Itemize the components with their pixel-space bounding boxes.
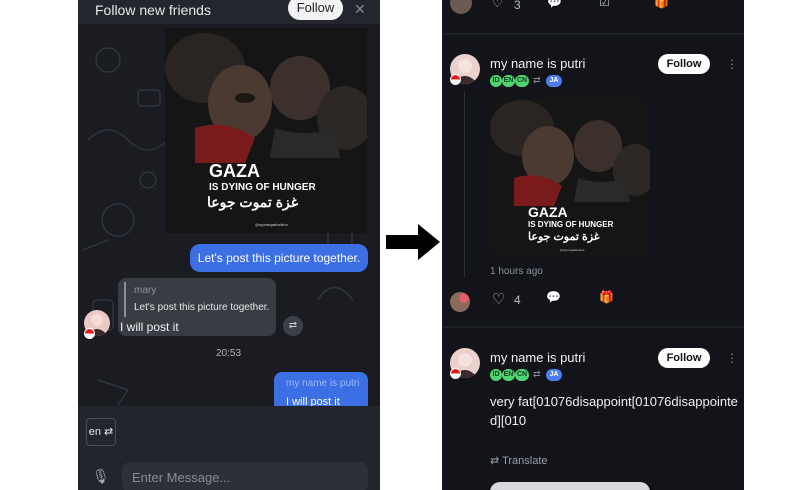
follow-button[interactable]: Follow — [658, 54, 710, 74]
image-arabic: غزة تموت جوعا — [528, 231, 600, 243]
like-icon[interactable]: ♡ — [492, 290, 505, 308]
more-options-icon[interactable]: ⋮ — [726, 57, 738, 71]
feed-screen: ♡ 3 💬 ☑ 🎁 my name is putri ID EN CN ⇄ JA… — [442, 0, 744, 490]
translate-icon: ⇄ — [490, 455, 503, 467]
post-author-name[interactable]: my name is putri — [490, 56, 585, 71]
gift-icon[interactable]: 🎁 — [654, 0, 669, 9]
post-text: very fat[01076disappoint[01076disappoint… — [490, 394, 738, 428]
language-pill-id: ID — [490, 369, 502, 381]
follow-button[interactable]: Follow — [288, 0, 343, 20]
thread-line — [464, 92, 465, 278]
image-credit: @eyeonpalestine — [255, 222, 288, 227]
message-time: 20:53 — [216, 348, 242, 359]
quoted-sender: my name is putri — [286, 378, 360, 389]
right-arrow-icon — [386, 224, 440, 260]
incoming-reply-bubble[interactable]: mary Let's post this picture together. I… — [118, 278, 276, 336]
liker-avatars — [450, 0, 472, 14]
close-icon[interactable]: ✕ — [354, 1, 366, 18]
chat-screen: Follow new friends Follow ✕ GAZA IS DYIN… — [78, 0, 380, 490]
microphone-icon[interactable]: 🎙 — [92, 468, 110, 485]
shared-image[interactable]: GAZA IS DYING OF HUNGER غزة تموت جوعا @e… — [165, 28, 367, 233]
chat-input-bar: en ⇄ 🎙 — [78, 406, 380, 490]
message-input[interactable] — [122, 462, 368, 490]
quoted-message: mary Let's post this picture together. — [124, 282, 272, 317]
follow-banner: Follow new friends Follow ✕ — [78, 0, 380, 24]
reply-text: I will post it — [120, 320, 179, 334]
check-icon[interactable]: ☑ — [599, 0, 610, 9]
next-post-image[interactable] — [490, 482, 650, 490]
language-pill-en: EN — [502, 75, 515, 87]
image-headline: GAZA — [209, 161, 260, 181]
swap-icon: ⇄ — [533, 369, 541, 379]
translate-icon[interactable]: ⇄ — [283, 316, 303, 336]
like-count: 4 — [514, 293, 521, 307]
like-icon[interactable]: ♡ — [492, 0, 503, 10]
indonesia-flag-icon — [450, 368, 461, 379]
follow-banner-text: Follow new friends — [95, 2, 211, 18]
image-subline: IS DYING OF HUNGER — [528, 220, 614, 229]
quoted-text: Let's post this picture together. — [134, 302, 270, 313]
gift-icon[interactable]: 🎁 — [599, 290, 614, 304]
target-language-pill: JA — [546, 75, 562, 87]
indonesia-flag-icon — [450, 74, 461, 85]
comment-icon[interactable]: 💬 — [547, 0, 562, 9]
language-switch-button[interactable]: en ⇄ — [86, 418, 116, 446]
liker-avatars — [450, 292, 470, 312]
translate-button[interactable]: ⇄ Translate — [490, 454, 548, 467]
language-pill-cn: CN — [515, 369, 529, 381]
language-pill-cn: CN — [515, 75, 529, 87]
image-credit: @eyeonpalestine — [560, 248, 585, 252]
post-time: 1 hours ago — [490, 266, 543, 277]
language-pill-en: EN — [502, 369, 515, 381]
post-author-name[interactable]: my name is putri — [490, 350, 585, 365]
translate-label: Translate — [502, 455, 548, 467]
quoted-sender: mary — [134, 285, 157, 296]
comment-icon[interactable]: 💬 — [546, 290, 561, 304]
post-image[interactable]: GAZA IS DYING OF HUNGER غزة تموت جوعا @e… — [490, 98, 650, 258]
indonesia-flag-icon — [84, 328, 95, 339]
follow-button[interactable]: Follow — [658, 348, 710, 368]
language-pill-id: ID — [490, 75, 502, 87]
image-subline: IS DYING OF HUNGER — [209, 182, 316, 193]
image-arabic: غزة تموت جوعا — [207, 194, 299, 210]
swap-icon: ⇄ — [533, 75, 541, 85]
outgoing-message[interactable]: Let's post this picture together. — [190, 244, 368, 272]
like-count: 3 — [514, 0, 521, 12]
target-language-pill: JA — [546, 369, 562, 381]
post-divider — [442, 326, 744, 328]
more-options-icon[interactable]: ⋮ — [726, 351, 738, 365]
image-headline: GAZA — [528, 204, 568, 220]
post-divider — [442, 33, 744, 35]
